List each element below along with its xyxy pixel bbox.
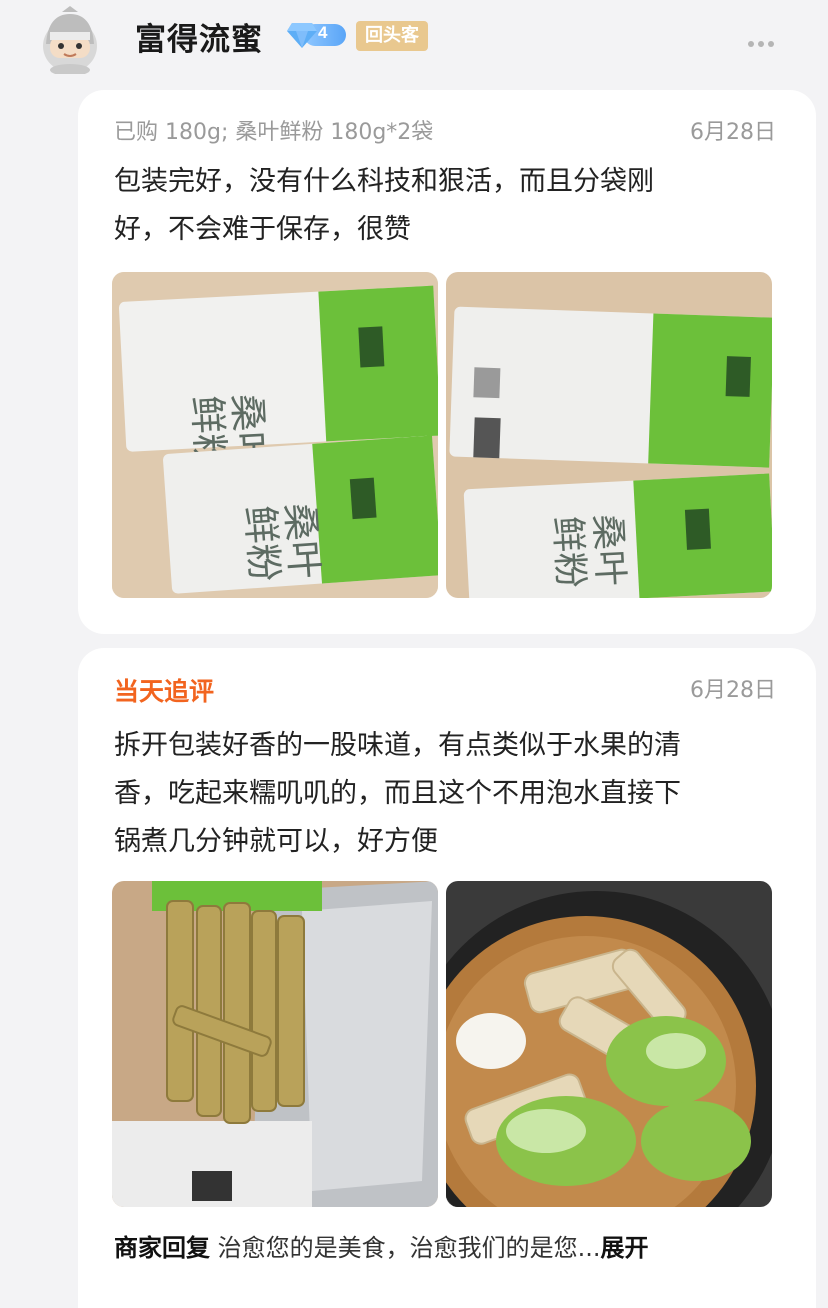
avatar[interactable] [38,6,102,76]
review-text: 包装完好，没有什么科技和狠活，而且分袋刚 好，不会难于保存，很赞 [114,158,774,254]
package-label: 鲜粉 [237,504,286,583]
more-icon[interactable] [748,32,782,47]
expand-link[interactable]: 展开 [601,1234,649,1262]
package-label: 桑叶 [586,513,631,587]
review-photo-1[interactable]: 桑叶 鲜粉 桑叶 鲜粉 [112,272,438,598]
followup-text-line: 锅煮几分钟就可以，好方便 [114,826,438,857]
followup-date: 6月28日 [690,678,776,703]
purchase-info: 已购 180g; 桑叶鲜粉 180g*2袋 [114,120,434,145]
review-photo-2[interactable]: 桑叶 鲜粉 [446,272,772,598]
followup-title: 当天追评 [114,677,215,706]
review-text-line: 包装完好，没有什么科技和狠活，而且分袋刚 [114,166,654,197]
followup-photo-2[interactable] [446,881,772,1207]
package-label: 鲜粉 [546,515,591,589]
review-header: 富得流蜜 4 回头客 [0,0,828,90]
diamond-icon [287,23,317,48]
merchant-reply-text: 治愈您的是美食，治愈我们的是您... [217,1234,601,1262]
merchant-reply: 商家回复 治愈您的是美食，治愈我们的是您...展开 [114,1228,649,1263]
username[interactable]: 富得流蜜 [135,14,263,59]
merchant-reply-label: 商家回复 [114,1234,210,1262]
followup-photo-1[interactable] [112,881,438,1207]
followup-text-line: 拆开包装好香的一股味道，有点类似于水果的清 [114,730,681,761]
followup-text-line: 香，吃起来糯叽叽的，而且这个不用泡水直接下 [114,778,681,809]
followup-card: 当天追评 6月28日 拆开包装好香的一股味道，有点类似于水果的清 香，吃起来糯叽… [78,648,816,1308]
review-text-line: 好，不会难于保存，很赞 [114,214,411,245]
followup-text: 拆开包装好香的一股味道，有点类似于水果的清 香，吃起来糯叽叽的，而且这个不用泡水… [114,722,774,866]
repeat-customer-badge: 回头客 [356,21,428,51]
vip-level-badge: 4 [286,22,348,48]
review-card: 已购 180g; 桑叶鲜粉 180g*2袋 6月28日 包装完好，没有什么科技和… [78,90,816,634]
vip-level-number: 4 [318,23,328,42]
review-date: 6月28日 [690,120,776,145]
